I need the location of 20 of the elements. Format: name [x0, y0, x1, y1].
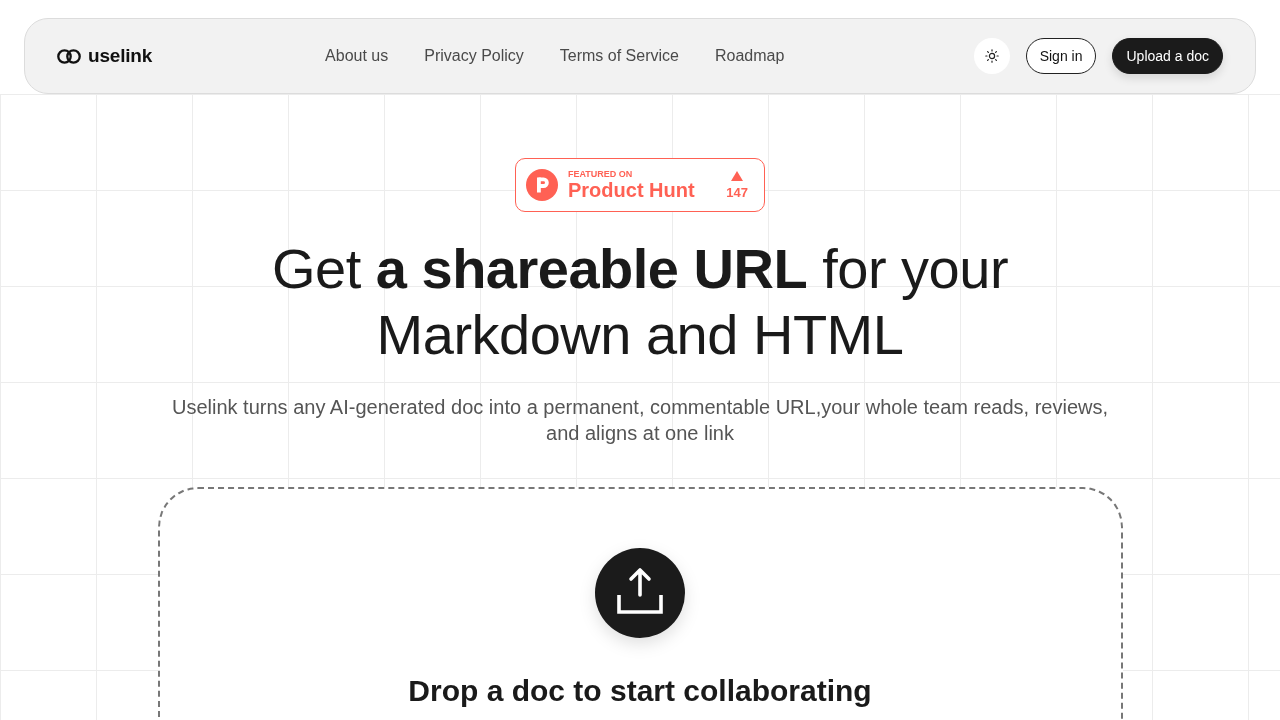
- headline: Get a shareable URL for your Markdown and HTML: [270, 236, 1010, 368]
- nav-link[interactable]: Terms of Service: [559, 47, 679, 65]
- logo-link[interactable]: uselink: [57, 45, 153, 67]
- upload-icon: [595, 548, 685, 638]
- circle-p-icon: [526, 169, 558, 201]
- logo-icon: [57, 48, 81, 64]
- sun-icon: [984, 49, 999, 63]
- drop-zone-title: Drop a doc to start collaborating: [408, 673, 872, 709]
- drop-zone[interactable]: Drop a doc to start collaborating: [157, 487, 1123, 720]
- nav-link[interactable]: Roadmap: [714, 47, 785, 65]
- featured-label: FEATURED ON: [568, 169, 634, 179]
- nav-link[interactable]: Privacy Policy: [424, 47, 524, 65]
- subtitle: Uselink turns any AI-generated doc into a permanent, commentable URL,your whole team reads, reviews, and aligns at one link: [171, 395, 1109, 446]
- product-name: Product Hunt: [568, 179, 695, 201]
- theme-toggle-button[interactable]: [973, 38, 1010, 74]
- nav-link[interactable]: About us: [325, 47, 389, 65]
- upload-button[interactable]: Upload a doc: [1112, 38, 1223, 74]
- vote-count: 147: [726, 185, 748, 200]
- sign-in-button[interactable]: Sign in: [1025, 38, 1097, 74]
- upvote-icon: [731, 170, 744, 181]
